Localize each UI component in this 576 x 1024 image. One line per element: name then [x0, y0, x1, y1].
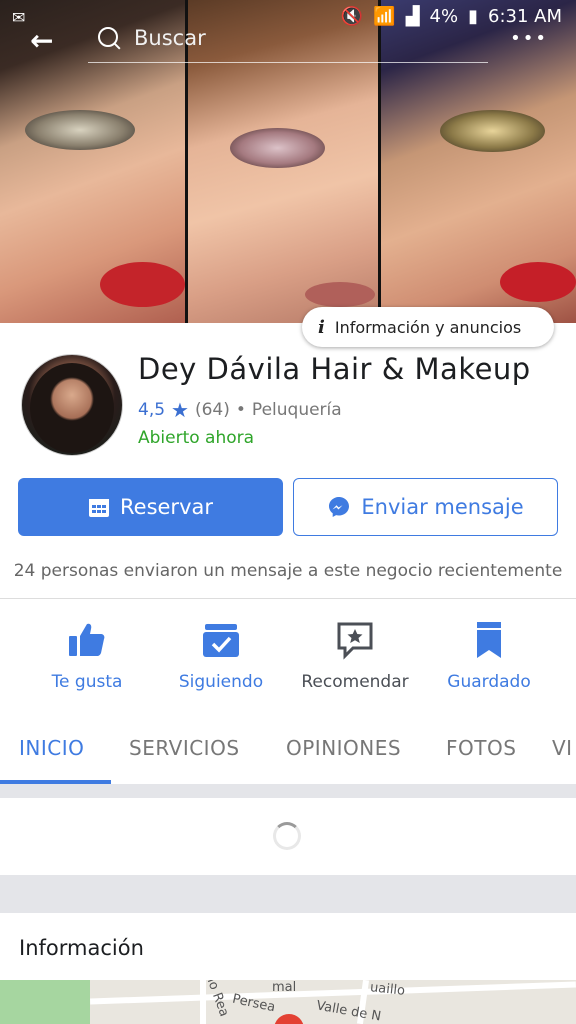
recommend-star-icon [337, 622, 373, 660]
open-status: Abierto ahora [138, 428, 255, 448]
review-count: (64) [194, 400, 230, 420]
tab-fotos[interactable]: FOTOS [446, 736, 516, 760]
divider [0, 598, 576, 599]
map-label: Valle de N [315, 998, 383, 1024]
top-bar: ← Buscar ••• [0, 22, 576, 63]
info-icon: i [318, 316, 325, 338]
page-title: Dey Dávila Hair & Makeup [138, 352, 531, 386]
recommend-action[interactable]: Recomendar [290, 620, 420, 692]
like-action[interactable]: Te gusta [22, 620, 152, 692]
send-message-label: Enviar mensaje [361, 495, 524, 519]
section-separator [0, 875, 576, 913]
page-category: Peluquería [251, 400, 342, 420]
thumbs-up-icon [69, 623, 105, 656]
lips-2 [305, 282, 375, 307]
tab-servicios[interactable]: SERVICIOS [129, 736, 240, 760]
tab-videos[interactable]: VI [552, 736, 573, 760]
search-underline [88, 62, 488, 63]
map-label: mal [272, 980, 297, 995]
information-section-title: Información [19, 936, 144, 960]
profile-avatar[interactable] [21, 354, 123, 456]
search-input[interactable]: Buscar [134, 26, 206, 50]
info-and-ads-button[interactable]: i Información y anuncios [302, 307, 554, 347]
like-label: Te gusta [51, 672, 123, 692]
map-pin-icon [274, 1014, 304, 1024]
page-tabs: INICIO SERVICIOS OPINIONES FOTOS VI [0, 720, 576, 782]
more-options-icon[interactable]: ••• [510, 28, 548, 49]
info-and-ads-label: Información y anuncios [334, 317, 522, 337]
section-separator [0, 784, 576, 798]
search-icon[interactable] [98, 27, 118, 47]
lips-3 [500, 262, 576, 302]
following-check-icon [203, 624, 239, 657]
eye-makeup-1 [25, 110, 135, 150]
star-icon: ★ [171, 398, 189, 422]
book-button-label: Reservar [120, 495, 213, 519]
back-arrow-icon[interactable]: ← [30, 24, 53, 57]
saved-label: Guardado [447, 672, 531, 692]
map-park-area [0, 980, 90, 1024]
following-label: Siguiendo [178, 672, 264, 692]
rating-value: 4,5 [138, 400, 166, 420]
send-message-button[interactable]: Enviar mensaje [293, 478, 558, 536]
message-activity-notice: 24 personas enviaron un mensaje a este n… [13, 561, 563, 581]
book-button[interactable]: Reservar [18, 478, 283, 536]
tab-opiniones[interactable]: OPINIONES [286, 736, 401, 760]
bookmark-icon [477, 622, 501, 658]
avatar-hair [30, 363, 114, 453]
rating-row[interactable]: 4,5 ★ (64) • Peluquería [138, 398, 342, 422]
eye-makeup-2 [230, 128, 325, 168]
recommend-label: Recomendar [301, 672, 409, 692]
location-map[interactable]: ino Rea mal uaillo Persea Valle de N [0, 980, 576, 1024]
messenger-icon [329, 497, 350, 517]
map-label: uaillo [369, 980, 406, 999]
lips-1 [100, 262, 185, 307]
tab-inicio[interactable]: INICIO [19, 736, 84, 760]
saved-action[interactable]: Guardado [424, 620, 554, 692]
loading-spinner-icon [273, 822, 301, 850]
calendar-icon [89, 499, 109, 517]
eye-makeup-3 [440, 110, 545, 152]
separator-dot: • [235, 400, 246, 420]
following-action[interactable]: Siguiendo [156, 620, 286, 692]
